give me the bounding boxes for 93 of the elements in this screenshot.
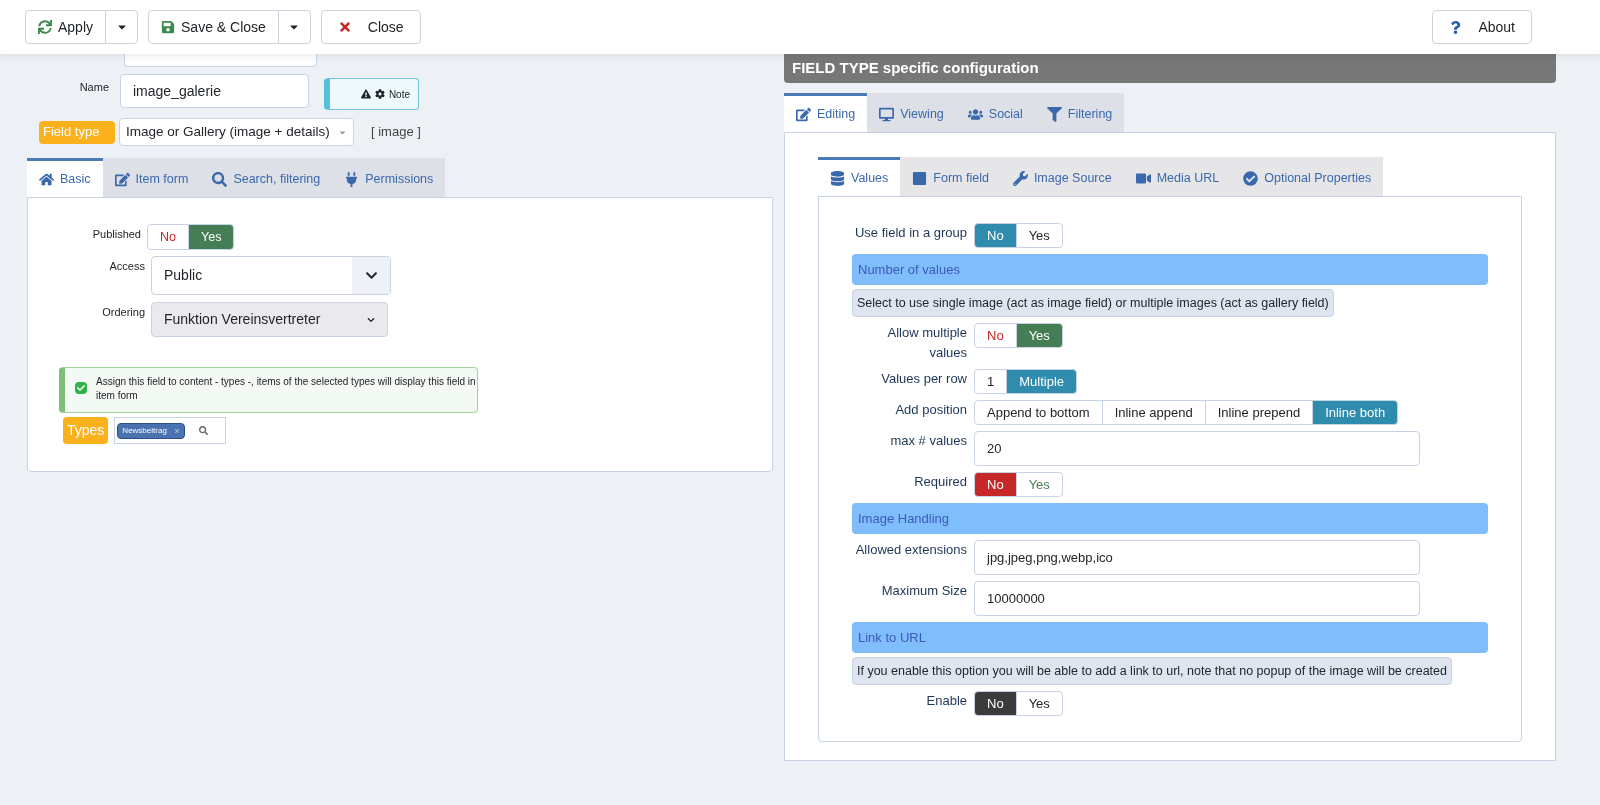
about-button[interactable]: About bbox=[1432, 10, 1532, 44]
tab-icon bbox=[39, 171, 54, 187]
types-badge: Types bbox=[63, 417, 109, 444]
field-label: Maximum Size bbox=[880, 582, 968, 600]
toggle-option[interactable]: Inline both bbox=[1312, 400, 1399, 425]
tab-icon bbox=[967, 106, 983, 122]
help-icon bbox=[1449, 20, 1463, 34]
toggle-option[interactable]: Inline prepend bbox=[1204, 400, 1314, 425]
tab-icon bbox=[912, 170, 928, 186]
tab[interactable]: Form field bbox=[900, 157, 1001, 196]
dropdown-toggle[interactable] bbox=[277, 10, 311, 44]
toggle-option[interactable]: Yes bbox=[1015, 223, 1063, 248]
toggle-option[interactable]: No bbox=[974, 223, 1017, 248]
access-select[interactable]: Public bbox=[151, 256, 391, 295]
check-icon bbox=[77, 384, 85, 392]
warning-icon bbox=[360, 89, 371, 99]
field-label: Allow multiple values bbox=[886, 324, 968, 362]
toolbar-button[interactable]: Close bbox=[320, 10, 421, 44]
tab[interactable]: Search, filtering bbox=[200, 158, 333, 197]
note-badge[interactable]: Note bbox=[324, 78, 419, 110]
refresh-icon bbox=[38, 20, 52, 34]
field-label: max # values bbox=[889, 432, 968, 450]
save-icon bbox=[161, 20, 176, 34]
input-field[interactable]: 10000000 bbox=[974, 581, 1420, 616]
field-label: Published bbox=[91, 227, 142, 242]
toggle-option[interactable]: No bbox=[974, 323, 1017, 348]
tab-icon bbox=[1012, 170, 1028, 186]
field-label: Name bbox=[78, 80, 110, 95]
tab[interactable]: Viewing bbox=[867, 93, 956, 132]
tab[interactable]: Media URL bbox=[1123, 157, 1232, 196]
field-label: Values per row bbox=[880, 370, 968, 388]
note-label: Note bbox=[388, 87, 410, 102]
close-icon bbox=[337, 20, 352, 34]
section-heading: Number of values bbox=[852, 254, 1488, 285]
tab[interactable]: Social bbox=[955, 93, 1035, 132]
input-field[interactable]: 20 bbox=[974, 431, 1420, 466]
tab-icon bbox=[114, 171, 130, 187]
field-label: Access bbox=[108, 259, 146, 274]
tab[interactable]: Permissions bbox=[332, 158, 446, 197]
tab[interactable]: Editing bbox=[784, 93, 868, 132]
field-label: Add position bbox=[894, 401, 968, 419]
section-header: FIELD TYPE specific configuration bbox=[784, 54, 1556, 83]
toggle-option[interactable]: Yes bbox=[1015, 691, 1063, 716]
type-tag[interactable]: Newsbeitrag bbox=[117, 422, 185, 439]
tab[interactable]: Item form bbox=[102, 158, 201, 197]
field-type-code: [ image ] bbox=[371, 123, 421, 142]
toggle-option[interactable]: Yes bbox=[1015, 323, 1063, 348]
field-label: Ordering bbox=[101, 305, 146, 320]
tab-icon bbox=[830, 170, 845, 186]
toolbar-button[interactable]: Apply bbox=[25, 10, 107, 44]
types-field[interactable]: Newsbeitrag bbox=[114, 417, 227, 444]
field-label: Use field in a group bbox=[854, 224, 968, 242]
tab[interactable]: Values bbox=[818, 157, 901, 196]
dropdown-toggle[interactable] bbox=[105, 10, 139, 44]
hint-text: Select to use single image (act as image field) or multiple images (act as gallery field) bbox=[852, 289, 1334, 317]
gear-icon bbox=[374, 89, 385, 99]
field-label: Required bbox=[913, 473, 968, 491]
tab[interactable]: Basic bbox=[27, 158, 103, 197]
tab-icon bbox=[1243, 170, 1259, 186]
remove-icon bbox=[173, 427, 180, 434]
tab-icon bbox=[1046, 106, 1062, 122]
toggle-option[interactable]: Yes bbox=[188, 224, 235, 250]
tab[interactable]: Optional Properties bbox=[1231, 157, 1384, 196]
toolbar-button[interactable]: Save & Close bbox=[148, 10, 279, 44]
field-type-badge: Field type bbox=[39, 120, 115, 144]
name-field[interactable]: image_galerie bbox=[120, 74, 309, 108]
chevron-icon bbox=[364, 269, 378, 282]
input-field[interactable]: jpg,jpeg,png,webp,ico bbox=[974, 540, 1420, 575]
toggle-option[interactable]: Inline append bbox=[1101, 400, 1206, 425]
toggle-option[interactable]: Multiple bbox=[1006, 369, 1078, 394]
tab-icon bbox=[796, 106, 811, 122]
tab-icon bbox=[879, 106, 895, 122]
toggle-option[interactable]: 1 bbox=[974, 369, 1008, 394]
checkbox[interactable] bbox=[75, 382, 87, 394]
section-heading: Image Handling bbox=[852, 503, 1488, 534]
field-label: Enable bbox=[925, 692, 968, 710]
ordering-select[interactable]: Funktion Vereinsvertreter bbox=[151, 302, 388, 337]
toggle-option[interactable]: No bbox=[974, 472, 1017, 497]
toggle-option[interactable]: Yes bbox=[1015, 472, 1063, 497]
hint-text: If you enable this option you will be able to add a link to url, note that no popup of the image will be created bbox=[852, 657, 1452, 685]
section-heading: Link to URL bbox=[852, 622, 1488, 653]
toggle-option[interactable]: No bbox=[974, 691, 1017, 716]
toggle-option[interactable]: Append to bottom bbox=[974, 400, 1103, 425]
notice-text: Assign this field to content - types -, items of the selected types will display this field in item form bbox=[96, 375, 477, 403]
toggle-option[interactable]: No bbox=[147, 224, 189, 250]
search-icon bbox=[198, 426, 208, 435]
chevron-icon bbox=[367, 315, 375, 324]
tab[interactable]: Filtering bbox=[1034, 93, 1125, 132]
tab-icon bbox=[212, 171, 228, 187]
tab-icon bbox=[344, 171, 360, 187]
field-type-select[interactable]: Image or Gallery (image + details) bbox=[119, 118, 354, 146]
field-label: Allowed extensions bbox=[854, 541, 968, 559]
tab[interactable]: Image Source bbox=[1000, 157, 1124, 196]
